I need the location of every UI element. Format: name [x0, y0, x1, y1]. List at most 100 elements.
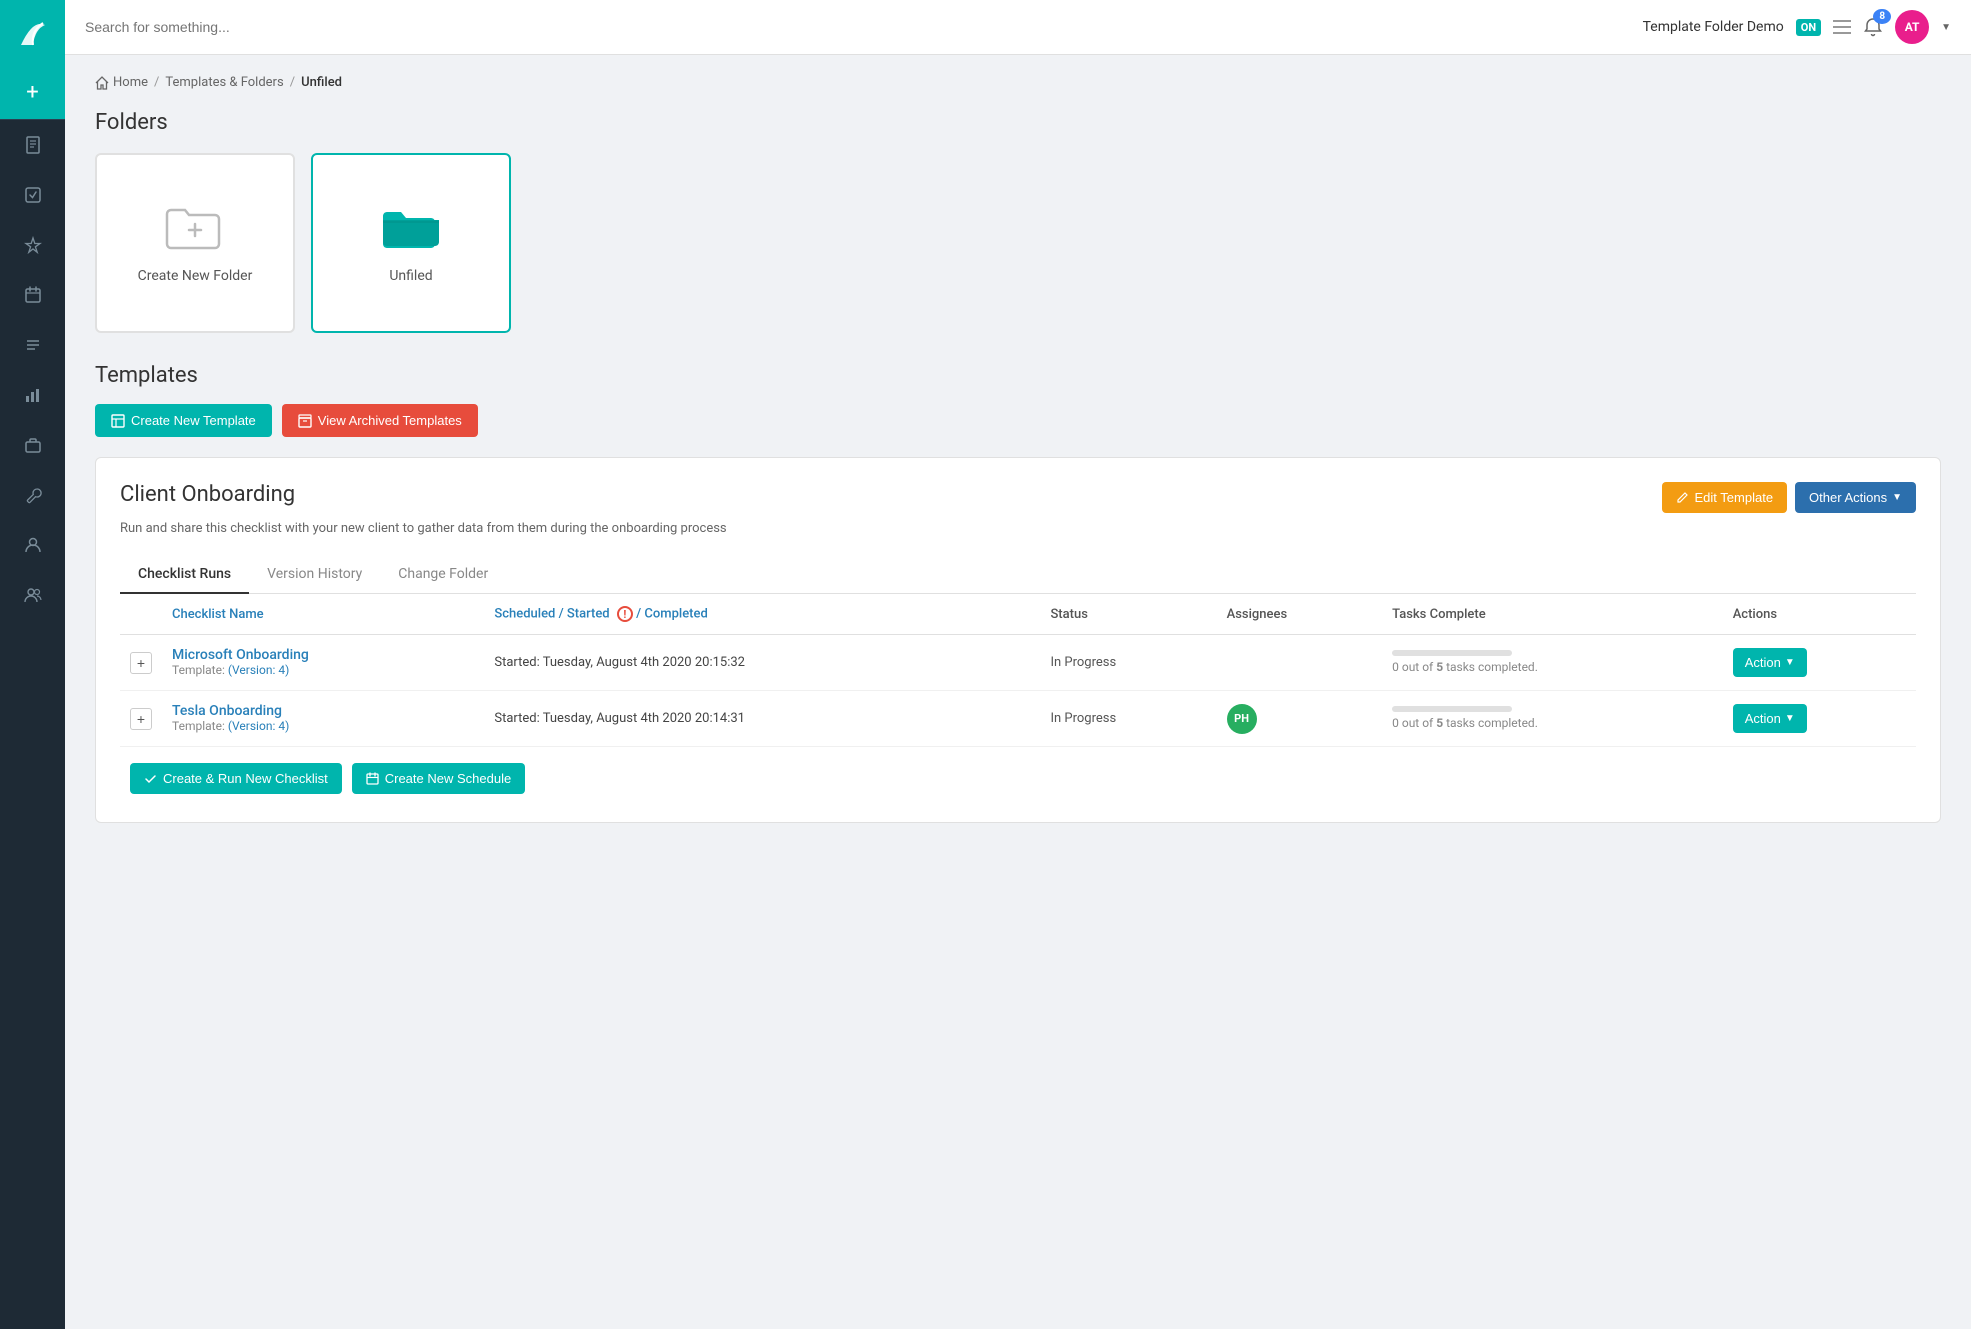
calendar-icon-sm — [366, 772, 379, 785]
avatar-chevron[interactable]: ▼ — [1941, 22, 1951, 33]
view-archived-templates-button[interactable]: View Archived Templates — [282, 404, 478, 437]
edit-template-button[interactable]: Edit Template — [1662, 482, 1788, 513]
row-1-dates: Started: Tuesday, August 4th 2020 20:15:… — [484, 635, 1040, 691]
notification-wrapper: 8 — [1863, 17, 1883, 37]
check-icon — [144, 772, 157, 785]
template-header-actions: Edit Template Other Actions ▼ — [1662, 482, 1916, 513]
row-2-expand: + — [120, 691, 162, 747]
row-2-assignees: PH — [1217, 691, 1383, 747]
edit-template-label: Edit Template — [1695, 490, 1774, 505]
breadcrumb-home[interactable]: Home — [95, 75, 148, 90]
create-schedule-label: Create New Schedule — [385, 771, 511, 786]
row-1-tasks: 0 out of 5 tasks completed. — [1382, 635, 1723, 691]
col-checklist-name: Checklist Name — [162, 594, 484, 635]
col-expand — [120, 594, 162, 635]
row-2-assignee-avatar: PH — [1227, 704, 1257, 734]
col-status: Status — [1040, 594, 1216, 635]
action-button-2[interactable]: Action ▼ — [1733, 704, 1807, 733]
template-card-desc: Run and share this checklist with your n… — [120, 521, 1916, 536]
create-folder-icon — [163, 202, 227, 256]
table-header-row: Checklist Name Scheduled / Started ! / C… — [120, 594, 1916, 635]
other-actions-label: Other Actions — [1809, 490, 1887, 505]
row-2-version: Template: (Version: 4) — [172, 719, 289, 733]
col-tasks: Tasks Complete — [1382, 594, 1723, 635]
table-row: + Microsoft Onboarding Template: (Versio… — [120, 635, 1916, 691]
folder-card-new[interactable]: Create New Folder — [95, 153, 295, 333]
sidebar-item-check[interactable] — [0, 170, 65, 220]
content-area: Home / Templates & Folders / Unfiled Fol… — [65, 55, 1971, 1329]
sidebar-logo — [0, 0, 65, 65]
row-2-tasks-text: 0 out of 5 tasks completed. — [1392, 716, 1538, 730]
toggle-icon[interactable] — [1833, 20, 1851, 34]
row-2-version-link[interactable]: (Version: 4) — [228, 719, 289, 733]
tab-version-history[interactable]: Version History — [249, 556, 380, 594]
breadcrumb: Home / Templates & Folders / Unfiled — [95, 75, 1941, 90]
sidebar-item-group[interactable] — [0, 570, 65, 620]
action-chevron-1: ▼ — [1785, 657, 1795, 668]
template-card-client-onboarding: Client Onboarding Edit Template Other Ac… — [95, 457, 1941, 823]
action-chevron-2: ▼ — [1785, 713, 1795, 724]
expand-button-2[interactable]: + — [130, 708, 152, 730]
row-2-status-badge: In Progress — [1050, 711, 1116, 726]
other-actions-button[interactable]: Other Actions ▼ — [1795, 482, 1916, 513]
breadcrumb-current: Unfiled — [301, 75, 342, 90]
create-new-template-button[interactable]: Create New Template — [95, 404, 272, 437]
sidebar-item-briefcase[interactable] — [0, 420, 65, 470]
row-2-tasks: 0 out of 5 tasks completed. — [1382, 691, 1723, 747]
col-dates: Scheduled / Started ! / Completed — [484, 594, 1040, 635]
create-new-template-label: Create New Template — [131, 413, 256, 428]
table-actions: Create & Run New Checklist Create New Sc… — [120, 747, 1916, 798]
checklist-table: Checklist Name Scheduled / Started ! / C… — [120, 594, 1916, 747]
templates-section: Templates Create New Template View Archi… — [95, 363, 1941, 823]
topbar-right: Template Folder Demo ON 8 AT ▼ — [1643, 10, 1951, 44]
col-actions: Actions — [1723, 594, 1916, 635]
table-row: + Tesla Onboarding Template: (Version: 4… — [120, 691, 1916, 747]
user-avatar[interactable]: AT — [1895, 10, 1929, 44]
create-run-checklist-button[interactable]: Create & Run New Checklist — [130, 763, 342, 794]
row-1-status-badge: In Progress — [1050, 655, 1116, 670]
row-2-name-link[interactable]: Tesla Onboarding — [172, 703, 474, 719]
row-1-version-link[interactable]: (Version: 4) — [228, 663, 289, 677]
sidebar-item-wrench[interactable] — [0, 470, 65, 520]
sidebar-item-calendar[interactable] — [0, 270, 65, 320]
row-1-assignees — [1217, 635, 1383, 691]
sidebar-item-document[interactable] — [0, 120, 65, 170]
sidebar-item-list[interactable] — [0, 320, 65, 370]
create-schedule-button[interactable]: Create New Schedule — [352, 763, 525, 794]
sidebar-item-chart[interactable] — [0, 370, 65, 420]
templates-actions: Create New Template View Archived Templa… — [95, 404, 1941, 437]
tab-checklist-runs[interactable]: Checklist Runs — [120, 556, 249, 594]
col-assignees: Assignees — [1217, 594, 1383, 635]
row-1-name-link[interactable]: Microsoft Onboarding — [172, 647, 474, 663]
pencil-icon — [1676, 491, 1689, 504]
action-button-1[interactable]: Action ▼ — [1733, 648, 1807, 677]
main-wrapper: Template Folder Demo ON 8 AT ▼ Home / Te… — [65, 0, 1971, 1329]
info-icon: ! — [617, 606, 633, 622]
tab-change-folder[interactable]: Change Folder — [380, 556, 506, 594]
topbar: Template Folder Demo ON 8 AT ▼ — [65, 0, 1971, 55]
row-1-progress-bar-bg — [1392, 650, 1512, 656]
home-icon — [95, 76, 109, 90]
expand-button-1[interactable]: + — [130, 652, 152, 674]
archive-icon — [298, 414, 312, 428]
template-card-title: Client Onboarding — [120, 482, 295, 507]
sidebar-item-person[interactable] — [0, 520, 65, 570]
folder-card-new-label: Create New Folder — [138, 268, 253, 284]
notification-badge: 8 — [1873, 9, 1891, 24]
org-name: Template Folder Demo — [1643, 19, 1784, 35]
sidebar-item-star[interactable] — [0, 220, 65, 270]
templates-title: Templates — [95, 363, 1941, 388]
row-2-actions: Action ▼ — [1723, 691, 1916, 747]
row-1-tasks-text: 0 out of 5 tasks completed. — [1392, 660, 1538, 674]
template-icon — [111, 414, 125, 428]
folder-card-unfiled-label: Unfiled — [389, 268, 432, 284]
search-input[interactable] — [85, 19, 1643, 35]
breadcrumb-templates[interactable]: Templates & Folders — [165, 75, 283, 90]
row-1-name-cell: Microsoft Onboarding Template: (Version:… — [162, 635, 484, 691]
breadcrumb-templates-label: Templates & Folders — [165, 75, 283, 90]
template-card-header: Client Onboarding Edit Template Other Ac… — [120, 482, 1916, 513]
sidebar-item-add[interactable]: + — [0, 65, 65, 120]
breadcrumb-sep-2: / — [290, 75, 295, 90]
folder-card-unfiled[interactable]: Unfiled — [311, 153, 511, 333]
row-2-dates: Started: Tuesday, August 4th 2020 20:14:… — [484, 691, 1040, 747]
